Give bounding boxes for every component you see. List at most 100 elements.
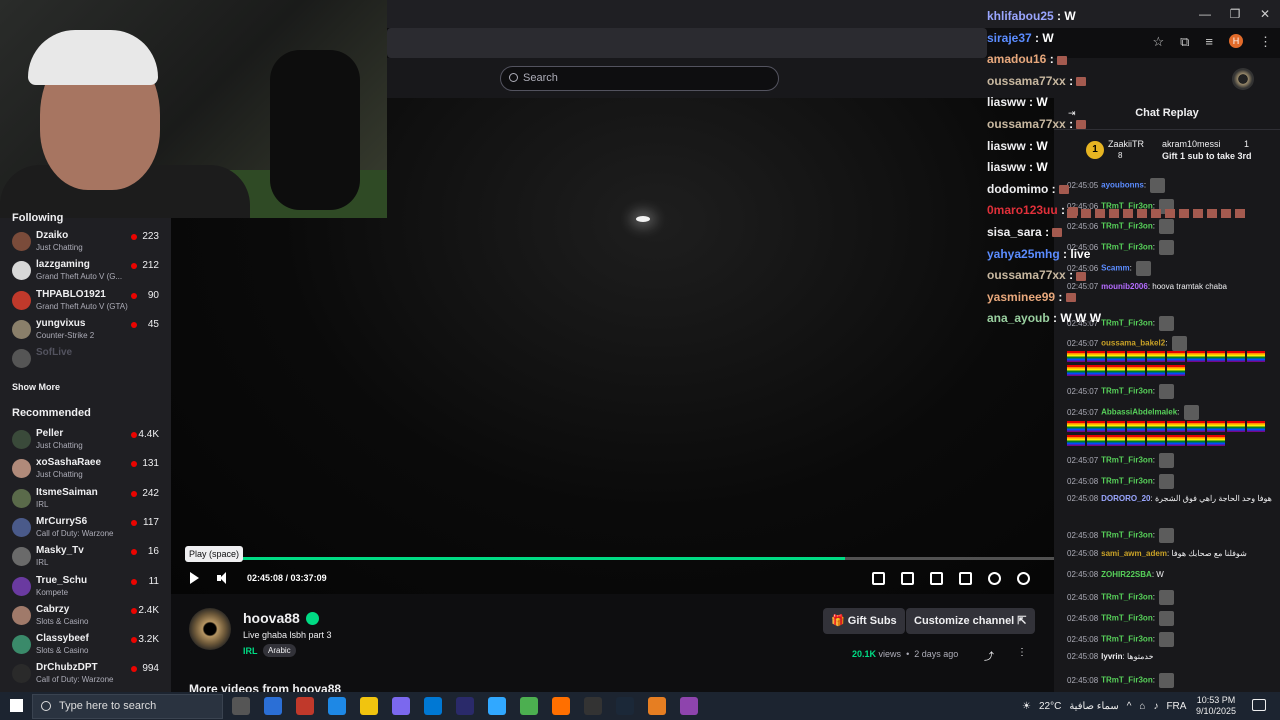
miniplayer-icon[interactable] [901,572,914,585]
more-options-icon[interactable]: ⋮ [1017,647,1027,658]
sidebar-channel[interactable]: yungvixus Counter-Strike 2 45 [0,316,171,345]
message-username[interactable]: oussama_bakel2 [1101,339,1165,348]
progress-bar[interactable] [185,557,1054,560]
channel-avatar[interactable] [189,608,231,650]
fullscreen-icon[interactable] [959,572,972,585]
tray-chevron-icon[interactable]: ^ [1127,701,1132,712]
taskbar-app-icon[interactable] [328,697,346,715]
browser-menu-icon[interactable]: ⋮ [1259,34,1272,50]
weather-icon[interactable]: ☀ [1022,701,1031,712]
overlay-text: W [1042,30,1054,45]
windows-start-icon[interactable] [10,699,23,712]
taskbar-app-icon[interactable] [648,697,666,715]
sidebar-channel[interactable]: DrChubzDPT Call of Duty: Warzone 994 [0,660,171,689]
message-username[interactable]: mounib2006 [1101,282,1148,291]
sidebar-channel[interactable]: True_Schu Kompete 11 [0,573,171,602]
channel-avatar [12,319,31,339]
sidebar-channel[interactable]: xoSashaRaee Just Chatting 131 [0,455,171,484]
bookmark-star-icon[interactable]: ☆ [1152,34,1164,50]
taskbar-app-icon[interactable] [456,697,474,715]
message-username[interactable]: DORORO_20 [1101,494,1150,503]
language-indicator[interactable]: FRA [1166,701,1186,712]
views-info: 20.1K views • 2 days ago [852,649,959,659]
search-input[interactable]: Search [500,66,779,91]
message-username[interactable]: TRmT_Fir3on [1101,676,1153,685]
leader-user-1[interactable]: ZaakiiTR [1108,139,1144,149]
show-more-link[interactable]: Show More [12,382,60,392]
play-icon[interactable] [190,572,199,584]
clip-icon[interactable] [872,572,885,585]
taskbar-app-icon[interactable] [616,697,634,715]
sidebar-channel[interactable]: Classybeef Slots & Casino 3.2K [0,631,171,660]
taskbar-app-icon[interactable] [424,697,442,715]
taskbar-app-icon[interactable] [264,697,282,715]
share-icon[interactable]: ⤴ [984,648,994,663]
message-username[interactable]: TRmT_Fir3on [1101,319,1153,328]
notifications-icon[interactable] [1252,699,1266,711]
taskbar-clock[interactable]: 10:53 PM 9/10/2025 [1196,695,1236,717]
message-username[interactable]: TRmT_Fir3on [1101,635,1153,644]
speaker-icon[interactable]: ♪ [1153,701,1158,712]
sidebar-channel[interactable]: Peller Just Chatting 4.4K [0,426,171,455]
channel-name[interactable]: hoova88 [243,610,300,626]
overlay-separator: : [1065,268,1077,283]
message-username[interactable]: TRmT_Fir3on [1101,456,1153,465]
language-tag[interactable]: Arabic [263,644,296,657]
close-window-button[interactable]: ✕ [1250,0,1280,28]
message-username[interactable]: TRmT_Fir3on [1101,593,1153,602]
weather-temp[interactable]: 22°C [1039,701,1061,712]
settings-gear-icon[interactable] [1017,572,1030,585]
address-bar[interactable] [387,28,987,58]
message-username[interactable]: lyvrin [1101,652,1122,661]
extensions-icon[interactable]: ⧉ [1180,34,1189,50]
customize-channel-button[interactable]: Customize channel ⇱ [906,608,1035,634]
sidebar-channel[interactable]: SofLive [0,345,171,374]
channel-name: Dzaiko [36,230,69,241]
reading-list-icon[interactable]: ≡ [1205,34,1213,50]
message-username[interactable]: AbbassiAbdelmalek [1101,408,1177,417]
message-username[interactable]: TRmT_Fir3on [1101,477,1153,486]
taskbar-app-icon[interactable] [584,697,602,715]
taskbar-app-icon[interactable] [552,697,570,715]
message-username[interactable]: TRmT_Fir3on [1101,614,1153,623]
taskbar-app-icon[interactable] [488,697,506,715]
gift-sub-prompt[interactable]: Gift 1 sub to take 3rd [1162,151,1252,161]
message-username[interactable]: sami_awm_adem [1101,549,1167,558]
taskbar-app-icon[interactable] [520,697,538,715]
sidebar-channel[interactable]: Masky_Tv IRL 16 [0,543,171,572]
sidebar-channel[interactable]: ItsmeSaiman IRL 242 [0,485,171,514]
message-username[interactable]: ZOHIR22SBA [1101,570,1152,579]
taskbar-app-icon[interactable] [232,697,250,715]
message-username[interactable]: TRmT_Fir3on [1101,243,1153,252]
network-icon[interactable]: ⌂ [1139,701,1145,712]
message-username[interactable]: Scamm [1101,264,1129,273]
speed-icon[interactable] [988,572,1001,585]
taskbar-app-icon[interactable] [360,697,378,715]
profile-avatar[interactable]: H [1229,34,1243,48]
channel-name: Peller [36,428,64,439]
taskbar-app-icon[interactable] [680,697,698,715]
theatre-mode-icon[interactable] [930,572,943,585]
user-avatar[interactable] [1232,68,1254,90]
message-username[interactable]: TRmT_Fir3on [1101,531,1153,540]
volume-icon[interactable] [217,572,229,584]
gift-subs-button[interactable]: 🎁 Gift Subs [823,608,905,634]
restore-button[interactable]: ❐ [1220,0,1250,28]
taskbar-app-icon[interactable] [296,697,314,715]
sidebar-channel[interactable]: lazzgaming Grand Theft Auto V (G... 212 [0,257,171,286]
sidebar-channel[interactable]: Cabrzy Slots & Casino 2.4K [0,602,171,631]
minimize-button[interactable]: — [1190,0,1220,28]
taskbar-app-icon[interactable] [392,697,410,715]
video-category[interactable]: IRL [243,646,258,656]
play-tooltip: Play (space) [185,546,244,562]
message-username[interactable]: ayoubonns [1101,181,1144,190]
sidebar-channel[interactable]: MrCurryS6 Call of Duty: Warzone 117 [0,514,171,543]
sidebar-channel[interactable]: Dzaiko Just Chatting 223 [0,228,171,257]
taskbar-search-input[interactable]: Type here to search [32,694,223,719]
leader-user-2[interactable]: akram10messi [1162,139,1221,149]
channel-name: Classybeef [36,633,89,645]
message-username[interactable]: TRmT_Fir3on [1101,387,1153,396]
sidebar-channel[interactable]: THPABLO1921 Grand Theft Auto V (GTA) 90 [0,287,171,316]
channel-game: Call of Duty: Warzone [36,675,114,685]
taskbar-search-icon [41,701,51,711]
